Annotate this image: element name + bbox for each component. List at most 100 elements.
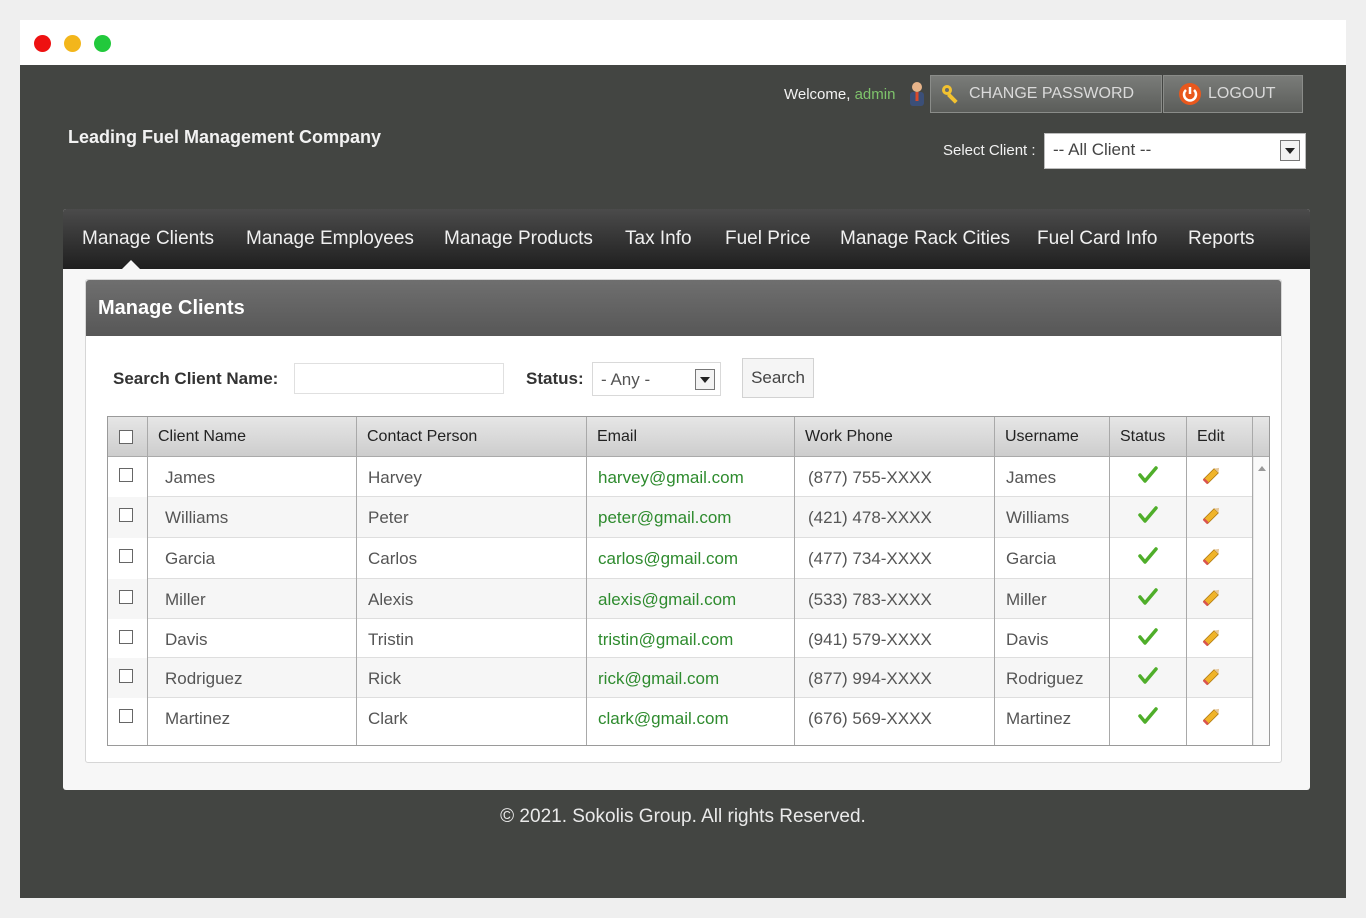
nav-reports[interactable]: Reports xyxy=(1188,228,1255,250)
contact-person-cell: Alexis xyxy=(368,590,414,609)
contact-person-cell: Tristin xyxy=(368,630,414,649)
row-checkbox[interactable] xyxy=(119,669,133,683)
client-name-cell: Rodriguez xyxy=(165,669,243,688)
table-header: Client Name Contact Person Email Work Ph… xyxy=(108,417,1269,457)
pencil-icon[interactable] xyxy=(1201,464,1223,486)
username-cell: Garcia xyxy=(1006,549,1057,568)
search-client-input[interactable] xyxy=(294,363,504,394)
table-row[interactable]: Williams Peter peter@gmail.com (421) 478-XX… xyxy=(108,497,1253,538)
email-cell[interactable]: clark@gmail.com xyxy=(598,709,729,729)
select-all-checkbox[interactable] xyxy=(119,430,133,444)
client-name-cell: Davis xyxy=(165,630,208,649)
row-checkbox[interactable] xyxy=(119,630,133,644)
row-checkbox[interactable] xyxy=(119,468,133,482)
nav-manage-rack-cities[interactable]: Manage Rack Cities xyxy=(840,228,1010,250)
change-password-button[interactable]: CHANGE PASSWORD xyxy=(930,75,1162,113)
nav-tax-info[interactable]: Tax Info xyxy=(625,228,692,250)
table-row[interactable]: Garcia Carlos carlos@gmail.com (477) 734-XX… xyxy=(108,538,1253,579)
contact-person-cell: Clark xyxy=(368,709,408,728)
pencil-icon[interactable] xyxy=(1201,626,1223,648)
table-row[interactable]: James Harvey harvey@gmail.com (877) 755-XXX… xyxy=(108,457,1253,497)
close-window-button[interactable] xyxy=(34,35,51,52)
check-icon xyxy=(1137,705,1159,727)
column-header-client-name[interactable]: Client Name xyxy=(158,428,246,446)
row-checkbox[interactable] xyxy=(119,590,133,604)
app-window: Leading Fuel Management Company Welcome,… xyxy=(20,20,1346,898)
work-phone-cell: (421) 478-XXXX xyxy=(808,508,932,527)
nav-manage-clients[interactable]: Manage Clients xyxy=(82,228,214,250)
check-icon xyxy=(1137,586,1159,608)
row-checkbox[interactable] xyxy=(119,709,133,723)
scroll-up-icon[interactable] xyxy=(1258,466,1266,471)
pencil-icon[interactable] xyxy=(1201,545,1223,567)
status-filter-label: Status: xyxy=(526,369,584,388)
nav-fuel-price[interactable]: Fuel Price xyxy=(725,228,811,250)
search-client-label: Search Client Name: xyxy=(113,369,279,388)
username-cell: Williams xyxy=(1006,508,1070,527)
status-filter-value: - Any - xyxy=(601,370,651,389)
column-header-status[interactable]: Status xyxy=(1120,428,1165,446)
company-title: Leading Fuel Management Company xyxy=(68,127,382,147)
select-client-dropdown[interactable]: -- All Client -- xyxy=(1044,133,1306,169)
current-username[interactable]: admin xyxy=(855,86,896,103)
work-phone-cell: (676) 569-XXXX xyxy=(808,709,932,728)
email-cell[interactable]: rick@gmail.com xyxy=(598,669,719,689)
panel-title: Manage Clients xyxy=(86,280,1281,336)
status-filter-dropdown[interactable]: - Any - xyxy=(592,362,721,396)
pencil-icon[interactable] xyxy=(1201,665,1223,687)
key-icon xyxy=(942,85,958,104)
change-password-label: CHANGE PASSWORD xyxy=(969,85,1135,102)
client-name-cell: Miller xyxy=(165,590,206,609)
clients-table: Client Name Contact Person Email Work Ph… xyxy=(107,416,1270,746)
column-header-edit[interactable]: Edit xyxy=(1197,428,1225,446)
window-titlebar xyxy=(20,20,1346,65)
dropdown-arrow-icon[interactable] xyxy=(695,369,715,390)
work-phone-cell: (877) 755-XXXX xyxy=(808,468,932,487)
table-row[interactable]: Martinez Clark clark@gmail.com (676) 569-XX… xyxy=(108,698,1253,745)
work-phone-cell: (533) 783-XXXX xyxy=(808,590,932,609)
nav-manage-products[interactable]: Manage Products xyxy=(444,228,593,250)
row-checkbox[interactable] xyxy=(119,508,133,522)
select-client-label: Select Client : xyxy=(943,142,1036,159)
nav-manage-employees[interactable]: Manage Employees xyxy=(246,228,414,250)
pencil-icon[interactable] xyxy=(1201,504,1223,526)
client-name-cell: Garcia xyxy=(165,549,216,568)
table-row[interactable]: Davis Tristin tristin@gmail.com (941) 579-X… xyxy=(108,619,1253,658)
table-scrollbar[interactable] xyxy=(1253,457,1269,745)
column-header-email[interactable]: Email xyxy=(597,428,637,446)
search-button[interactable]: Search xyxy=(742,358,814,398)
main-nav: Manage Clients Manage Employees Manage P… xyxy=(63,209,1310,269)
check-icon xyxy=(1137,665,1159,687)
logout-button[interactable]: LOGOUT xyxy=(1163,75,1303,113)
email-cell[interactable]: tristin@gmail.com xyxy=(598,630,733,650)
pencil-icon[interactable] xyxy=(1201,705,1223,727)
column-header-contact-person[interactable]: Contact Person xyxy=(367,428,477,446)
client-name-cell: James xyxy=(165,468,216,487)
nav-fuel-card-info[interactable]: Fuel Card Info xyxy=(1037,228,1157,250)
email-cell[interactable]: peter@gmail.com xyxy=(598,508,731,528)
contact-person-cell: Carlos xyxy=(368,549,418,568)
welcome-label: Welcome, xyxy=(784,86,851,103)
check-icon xyxy=(1137,504,1159,526)
power-icon xyxy=(1179,83,1201,105)
table-row[interactable]: Rodriguez Rick rick@gmail.com (877) 994-XXX… xyxy=(108,658,1253,698)
email-cell[interactable]: harvey@gmail.com xyxy=(598,468,744,488)
check-icon xyxy=(1137,626,1159,648)
row-checkbox[interactable] xyxy=(119,549,133,563)
column-header-work-phone[interactable]: Work Phone xyxy=(805,428,893,446)
table-row[interactable]: Miller Alexis alexis@gmail.com (533) 783-XX… xyxy=(108,579,1253,619)
contact-person-cell: Harvey xyxy=(368,468,422,487)
check-icon xyxy=(1137,545,1159,567)
pencil-icon[interactable] xyxy=(1201,586,1223,608)
column-header-username[interactable]: Username xyxy=(1005,428,1079,446)
username-cell: Davis xyxy=(1006,630,1049,649)
maximize-window-button[interactable] xyxy=(94,35,111,52)
minimize-window-button[interactable] xyxy=(64,35,81,52)
client-name-cell: Williams xyxy=(165,508,229,527)
username-cell: Miller xyxy=(1006,590,1047,609)
work-phone-cell: (941) 579-XXXX xyxy=(808,630,932,649)
email-cell[interactable]: alexis@gmail.com xyxy=(598,590,736,610)
email-cell[interactable]: carlos@gmail.com xyxy=(598,549,738,569)
username-cell: Rodriguez xyxy=(1006,669,1084,688)
dropdown-arrow-icon[interactable] xyxy=(1280,140,1300,161)
